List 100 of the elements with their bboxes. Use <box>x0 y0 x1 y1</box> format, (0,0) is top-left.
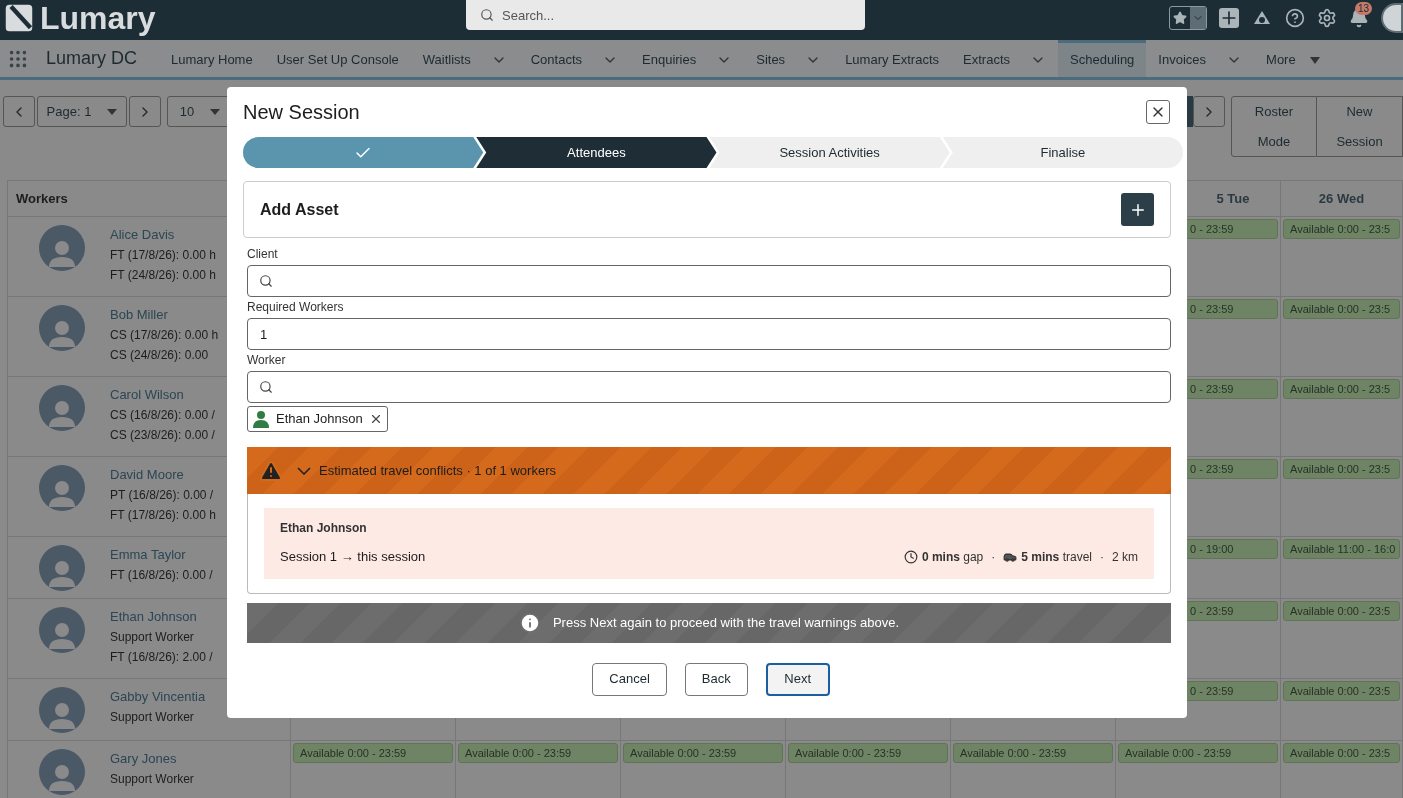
worker-detail: CS (24/8/26): 0.00 <box>110 347 210 364</box>
availability-chip[interactable]: Available 0:00 - 23:59 <box>458 743 618 763</box>
worker-detail: FT (24/8/26): 0.00 h <box>110 267 216 284</box>
caret-icon <box>1309 56 1320 64</box>
app-name: Lumary DC <box>46 47 138 70</box>
worker-name[interactable]: Gary Jones <box>110 749 194 769</box>
worker-name[interactable]: Bob Miller <box>110 305 219 325</box>
chevron-down-icon <box>297 466 311 475</box>
worker-detail: FT (17/8/26): 0.00 h <box>110 247 216 264</box>
availability-chip[interactable]: Available 0:00 - 23:5 <box>1283 459 1400 479</box>
avatar <box>39 749 85 795</box>
dialog-title: New Session <box>243 100 360 125</box>
avatar <box>39 305 85 351</box>
conflict-banner[interactable]: Estimated travel conflicts · 1 of 1 workers <box>247 447 1171 494</box>
availability-chip[interactable]: Available 0:00 - 23:59 <box>953 743 1113 763</box>
add-button[interactable] <box>1121 193 1154 226</box>
person-icon <box>252 410 270 428</box>
nav-tab[interactable]: Enquiries <box>630 40 745 77</box>
search-icon <box>259 274 273 288</box>
worker-detail: CS (16/8/26): 0.00 / <box>110 407 215 424</box>
avatar[interactable] <box>1381 3 1403 33</box>
availability-chip[interactable]: Available 0:00 - 23:5 <box>1283 299 1400 319</box>
close-button[interactable] <box>1146 100 1170 124</box>
dialog-button[interactable]: Cancel <box>592 662 667 696</box>
worker-detail: CS (17/8/26): 0.00 h <box>110 327 219 344</box>
star-icon <box>1173 11 1187 25</box>
search-icon <box>480 8 494 22</box>
field-label: Client <box>247 246 279 262</box>
notice-text: Press Next again to proceed with the travel warnings above. <box>552 613 900 632</box>
nav-tab[interactable]: Extracts <box>951 40 1058 77</box>
dialog-button[interactable]: Back <box>684 662 748 696</box>
search-field[interactable] <box>247 371 1171 403</box>
wizard-step: Session Activities <box>709 137 950 168</box>
conflict-route: Session 1 → this session <box>280 548 426 566</box>
nav-tab[interactable]: User Set Up Console <box>264 40 411 77</box>
logo-icon <box>4 3 34 33</box>
wizard-step: Finalise <box>942 137 1183 168</box>
worker-name[interactable]: David Moore <box>110 465 216 485</box>
nav-tab[interactable]: Lumary Home <box>159 40 265 77</box>
warning-icon <box>259 458 283 483</box>
worker-detail: Support Worker <box>110 771 194 788</box>
travel-metric: 5 mins travel <box>1021 548 1092 566</box>
favorites-button[interactable] <box>1169 6 1207 30</box>
search-icon <box>259 380 273 394</box>
availability-chip[interactable]: Available 0:00 - 23:5 <box>1283 681 1400 701</box>
availability-chip[interactable]: Available 0:00 - 23:59 <box>1118 743 1278 763</box>
availability-chip[interactable]: Available 11:00 - 16:0 <box>1283 539 1400 559</box>
day-heading: 5 Tue <box>1216 189 1250 208</box>
nav-tab[interactable]: Lumary Extracts <box>833 40 952 77</box>
add-icon[interactable] <box>1219 8 1239 28</box>
worker-detail: FT (17/8/26): 0.00 h <box>110 507 216 524</box>
caret-icon <box>107 108 118 115</box>
avatar <box>39 687 85 733</box>
availability-chip[interactable]: Available 0:00 - 23:59 <box>788 743 948 763</box>
search-field[interactable] <box>247 265 1171 297</box>
input-field[interactable]: 1 <box>247 318 1171 350</box>
avatar <box>39 545 85 591</box>
notification-badge: 13 <box>1355 2 1373 15</box>
worker-pill[interactable]: Ethan Johnson <box>247 406 388 432</box>
nav-tab[interactable]: More <box>1254 40 1332 77</box>
search-field[interactable]: Search... <box>466 0 865 30</box>
worker-detail: PT (16/8/26): 0.00 / <box>110 487 215 504</box>
logo-text: Lumary <box>40 2 156 34</box>
info-icon <box>518 611 541 634</box>
worker-detail: CS (23/8/26): 0.00 / <box>110 427 215 444</box>
toolbar-button[interactable]: Roster Mode <box>1231 96 1317 157</box>
travel-metric: 0 mins gap <box>921 548 984 566</box>
worker-name[interactable]: Emma Taylor <box>110 545 213 565</box>
availability-chip[interactable]: Available 0:00 - 23:5 <box>1283 379 1400 399</box>
nav-tab[interactable]: Scheduling <box>1058 40 1147 77</box>
nav-tab[interactable]: Sites <box>744 40 834 77</box>
worker-detail: Support Worker <box>110 629 195 646</box>
page-select[interactable]: Page: 1 <box>37 96 127 127</box>
settings-icon[interactable] <box>1317 8 1337 28</box>
column-heading: Workers <box>16 189 68 208</box>
banner-text: Estimated travel conflicts · 1 of 1 workers <box>319 461 556 480</box>
wizard-step: Attendees <box>476 137 717 168</box>
worker-name[interactable]: Ethan Johnson <box>110 607 213 627</box>
toolbar-button[interactable]: New Session <box>1317 96 1403 157</box>
worker-name[interactable]: Carol Wilson <box>110 385 215 405</box>
worker-name[interactable]: Alice Davis <box>110 225 216 245</box>
nav-tab[interactable]: Waitlists <box>410 40 519 77</box>
nav-tab[interactable]: Invoices <box>1146 40 1255 77</box>
avatar <box>39 385 85 431</box>
worker-name[interactable]: Gabby Vincentia <box>110 687 206 707</box>
separator-dot: · <box>991 548 996 566</box>
worker-detail: Support Worker <box>110 709 195 726</box>
card-title: Add Asset <box>260 199 339 220</box>
availability-chip[interactable]: Available 0:00 - 23:5 <box>1283 601 1400 621</box>
worker-detail: FT (16/8/26): 2.00 / <box>110 649 213 666</box>
availability-chip[interactable]: Available 0:00 - 23:59 <box>623 743 783 763</box>
help-icon[interactable] <box>1285 8 1305 28</box>
availability-chip[interactable]: Available 0:00 - 23:5 <box>1283 743 1400 763</box>
day-heading: 26 Wed <box>1318 189 1365 208</box>
nav-tab[interactable]: Contacts <box>518 40 630 77</box>
dialog-button[interactable]: Next <box>765 662 830 696</box>
conflict-worker: Ethan Johnson <box>280 520 368 537</box>
field-label: Required Workers <box>247 299 345 315</box>
availability-chip[interactable]: Available 0:00 - 23:5 <box>1283 219 1400 239</box>
availability-chip[interactable]: Available 0:00 - 23:59 <box>293 743 453 763</box>
